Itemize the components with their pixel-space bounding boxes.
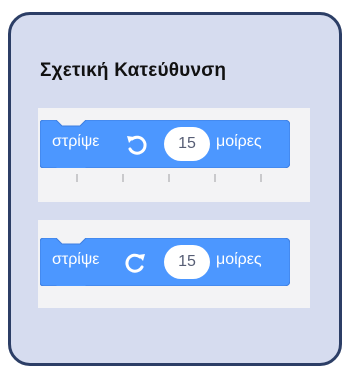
- ruler-ticks: [38, 174, 310, 184]
- card-title: Σχετική Κατεύθυνση: [40, 60, 227, 81]
- degrees-input[interactable]: 15: [164, 245, 210, 279]
- degrees-unit: μοίρες: [216, 133, 262, 150]
- block-panel-2: στρίψε 15 μοίρες: [38, 220, 310, 308]
- block-label: στρίψε: [52, 133, 100, 150]
- degrees-unit: μοίρες: [216, 251, 262, 268]
- block-label: στρίψε: [52, 251, 100, 268]
- rotate-clockwise-icon: [125, 253, 145, 273]
- degrees-input[interactable]: 15: [164, 127, 210, 161]
- turn-left-block[interactable]: στρίψε 15 μοίρες: [40, 120, 290, 168]
- block-panel-1: στρίψε 15 μοίρες: [38, 108, 310, 202]
- rotate-counterclockwise-icon: [127, 135, 147, 155]
- turn-right-block[interactable]: στρίψε 15 μοίρες: [40, 238, 290, 286]
